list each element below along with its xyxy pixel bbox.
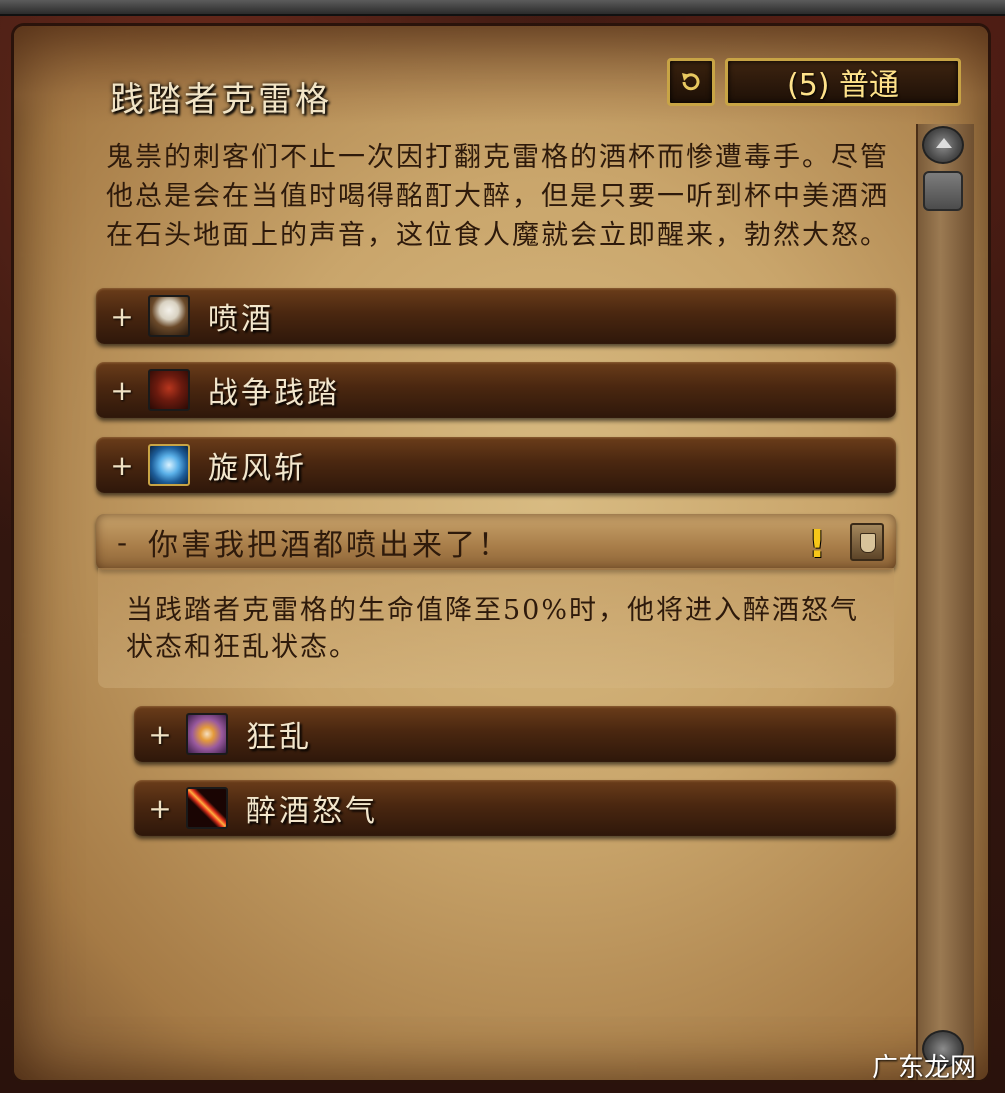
exclamation-icon: ! xyxy=(808,522,826,566)
page-title: 践踏者克雷格 xyxy=(110,80,332,120)
boss-description: 鬼祟的刺客们不止一次因打翻克雷格的酒杯而惨遭毒手。尽管他总是会在当值时喝得酩酊大… xyxy=(106,142,889,251)
expand-toggle[interactable]: + xyxy=(96,300,148,333)
expand-toggle[interactable]: + xyxy=(134,792,186,825)
section-label: 你害我把酒都喷出来了！ xyxy=(148,528,511,563)
scroll-up-button[interactable] xyxy=(922,126,964,164)
whirlwind-icon xyxy=(148,444,190,486)
expand-toggle[interactable]: + xyxy=(134,718,186,751)
section-spit-out-brew[interactable]: - 你害我把酒都喷出来了！ xyxy=(96,514,896,570)
drunken-rage-icon xyxy=(186,787,228,829)
section-label: 狂乱 xyxy=(246,720,312,755)
section-war-stomp[interactable]: + 战争践踏 xyxy=(96,362,896,418)
expand-toggle[interactable]: + xyxy=(96,374,148,407)
section-label: 战争践踏 xyxy=(208,376,340,411)
tank-shield-icon xyxy=(850,523,884,561)
frenzy-icon xyxy=(186,713,228,755)
top-border xyxy=(0,0,1005,16)
section-label: 醉酒怒气 xyxy=(246,794,378,829)
scrollbar-thumb[interactable] xyxy=(923,171,963,211)
watermark: 广东龙网 xyxy=(872,1053,977,1083)
reset-arrow-icon xyxy=(682,73,700,91)
subsection-drunken-rage[interactable]: + 醉酒怒气 xyxy=(134,780,896,836)
difficulty-dropdown[interactable]: (5) 普通 xyxy=(725,58,961,106)
section-label: 喷酒 xyxy=(208,302,274,337)
section-whirlwind[interactable]: + 旋风斩 xyxy=(96,437,896,493)
section-label: 旋风斩 xyxy=(208,451,307,486)
ability-description: 当践踏者克雷格的生命值降至50%时，他将进入醉酒怒气状态和狂乱状态。 xyxy=(126,595,860,663)
spray-brew-icon xyxy=(148,295,190,337)
scrollbar-track[interactable] xyxy=(916,124,974,1080)
war-stomp-icon xyxy=(148,369,190,411)
subsection-frenzy[interactable]: + 狂乱 xyxy=(134,706,896,762)
reset-button[interactable] xyxy=(667,58,715,106)
section-spray-brew[interactable]: + 喷酒 xyxy=(96,288,896,344)
collapse-toggle[interactable]: - xyxy=(96,526,148,559)
expand-toggle[interactable]: + xyxy=(96,449,148,482)
